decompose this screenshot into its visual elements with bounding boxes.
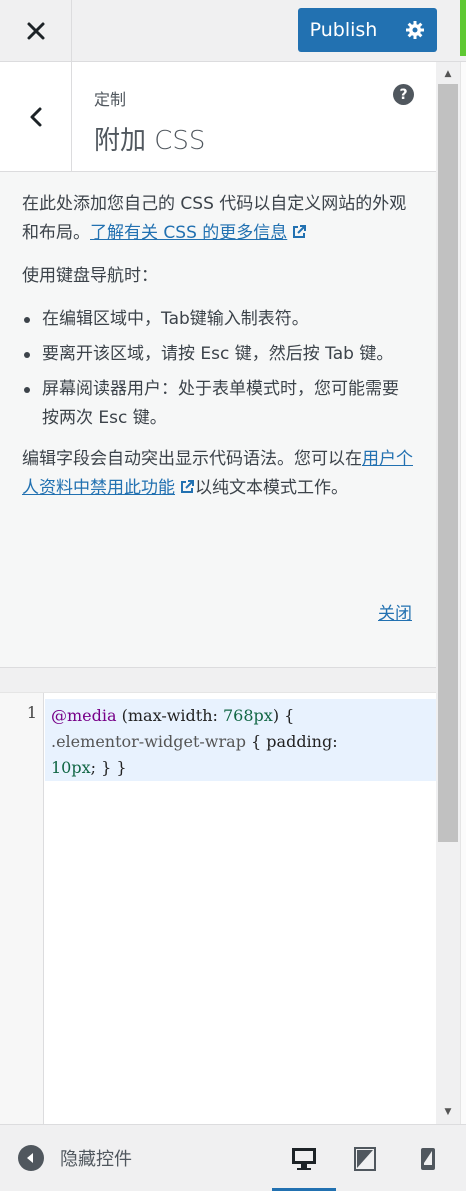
code-token-number: 10px (51, 758, 91, 777)
css-info-link[interactable]: 了解有关 CSS 的更多信息 (90, 223, 287, 243)
list-item: 屏幕阅读器用户：处于表单模式时，您可能需要按两次 Esc 键。 (22, 375, 414, 433)
device-mobile-button[interactable] (408, 1139, 448, 1179)
section-header: 定制 附加 CSS ? (0, 62, 436, 172)
syntax-paragraph: 编辑字段会自动突出显示代码语法。您可以在用户个人资料中禁用此功能 以纯文本模式工作… (22, 445, 414, 503)
code-token: { padding: (245, 732, 338, 751)
code-token: ) { (272, 706, 295, 725)
code-line[interactable]: @media (max-width: 768px) { .elementor-wi… (45, 699, 436, 781)
chevron-left-icon (30, 107, 41, 126)
hide-controls-button[interactable]: 隐藏控件 (18, 1145, 132, 1171)
line-gutter: 1 (0, 693, 44, 1125)
code-token-at-rule: @media (51, 706, 117, 725)
help-icon[interactable]: ? (393, 84, 414, 105)
mobile-icon (421, 1148, 435, 1170)
close-description-link[interactable]: 关闭 (378, 600, 412, 629)
syntax-text-before: 编辑字段会自动突出显示代码语法。您可以在 (22, 449, 362, 469)
back-button[interactable] (0, 62, 72, 171)
close-customizer-button[interactable] (0, 0, 72, 61)
panel-scrollbar[interactable]: ▲ ▼ (436, 62, 460, 1124)
publish-button[interactable]: Publish (298, 8, 393, 52)
external-link-icon (293, 225, 307, 238)
keyboard-heading: 使用键盘导航时： (22, 266, 158, 286)
code-token: (max-width: (116, 706, 223, 725)
section-title: 附加 CSS (94, 126, 206, 156)
scrollbar-thumb[interactable] (438, 84, 458, 842)
preview-edge (460, 0, 466, 56)
gear-icon (406, 21, 424, 39)
device-tablet-button[interactable] (345, 1139, 385, 1179)
publish-button-group: Publish (298, 8, 437, 52)
code-token-number: 768px (223, 706, 273, 725)
breadcrumb: 定制 (94, 90, 127, 109)
device-desktop-button[interactable] (272, 1139, 336, 1191)
keyboard-tips-list: 在编辑区域中，Tab键输入制表符。 要离开该区域，请按 Esc 键，然后按 Ta… (22, 305, 414, 433)
code-token: ; } } (90, 758, 127, 777)
scroll-up-arrow-icon[interactable]: ▲ (440, 66, 456, 82)
hide-controls-label: 隐藏控件 (60, 1149, 132, 1170)
code-token-selector: .elementor-widget-wrap (51, 732, 246, 751)
external-link-icon (181, 480, 194, 493)
section-description: 在此处添加您自己的 CSS 代码以自定义网站的外观和布局。了解有关 CSS 的更… (0, 172, 436, 668)
desktop-icon (292, 1148, 316, 1170)
line-number: 1 (26, 703, 37, 722)
collapse-icon (18, 1145, 44, 1171)
customizer-header: Publish (0, 0, 466, 62)
close-icon (27, 22, 44, 39)
list-item: 要离开该区域，请按 Esc 键，然后按 Tab 键。 (22, 340, 414, 369)
tablet-icon (354, 1147, 376, 1171)
css-code-editor[interactable]: 1 @media (max-width: 768px) { .elementor-… (0, 692, 436, 1125)
intro-paragraph: 在此处添加您自己的 CSS 代码以自定义网站的外观和布局。了解有关 CSS 的更… (22, 190, 414, 248)
syntax-text-after: 以纯文本模式工作。 (195, 478, 348, 498)
scroll-down-arrow-icon[interactable]: ▼ (440, 1104, 456, 1120)
preview-strip (460, 62, 466, 1124)
publish-settings-button[interactable] (393, 8, 437, 52)
list-item: 在编辑区域中，Tab键输入制表符。 (22, 305, 414, 334)
customizer-footer: 隐藏控件 (0, 1124, 466, 1191)
